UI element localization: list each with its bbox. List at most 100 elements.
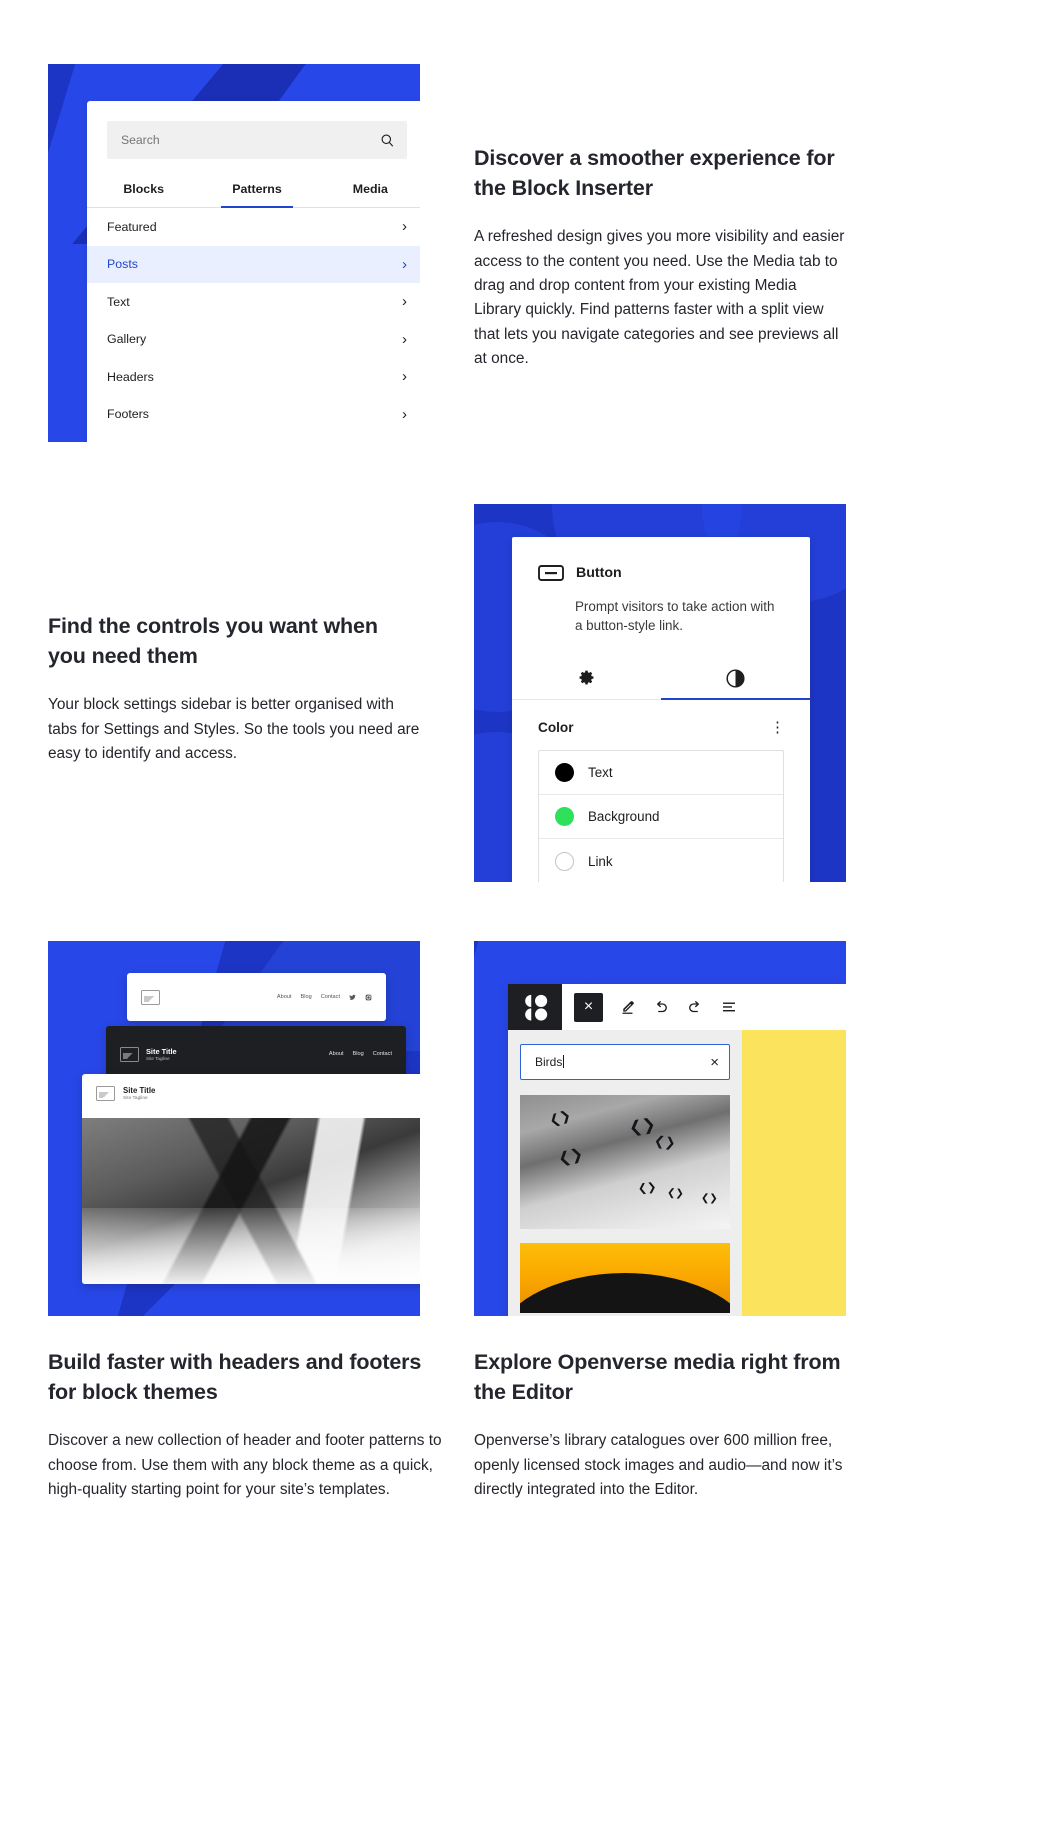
nav-link-about: About — [328, 1051, 344, 1057]
tab-patterns[interactable]: Patterns — [200, 173, 313, 208]
bird-shape: ❮❯ — [700, 1192, 718, 1205]
color-option-label: Text — [588, 765, 613, 781]
category-label: Headers — [107, 369, 154, 384]
tab-blocks[interactable]: Blocks — [87, 173, 200, 207]
color-swatch — [555, 763, 574, 783]
category-item-footers[interactable]: Footers › — [87, 396, 420, 434]
color-option-label: Link — [588, 853, 613, 869]
bird-shape: ❮❯ — [666, 1187, 685, 1200]
category-label: Posts — [107, 257, 138, 272]
list-view-icon[interactable] — [720, 998, 738, 1016]
site-title: Site Title — [146, 1046, 177, 1056]
color-option-label: Background — [588, 809, 660, 825]
search-input-value: Birds — [535, 1055, 565, 1069]
section-heading: Find the controls you want when you need… — [48, 614, 378, 668]
edit-pencil-icon[interactable] — [619, 999, 636, 1016]
tab-media[interactable]: Media — [314, 173, 420, 207]
color-option-background[interactable]: Background — [539, 795, 783, 840]
bird-shape: ❮❯ — [556, 1144, 585, 1168]
chevron-right-icon: › — [402, 293, 407, 311]
tab-styles[interactable] — [661, 657, 810, 701]
more-options-icon[interactable]: ⋮ — [770, 718, 786, 736]
clear-search-icon[interactable]: × — [710, 1054, 719, 1071]
category-label: Footers — [107, 407, 150, 422]
settings-styles-tabs — [512, 657, 810, 701]
section-headers-footers-text: Build faster with headers and footers fo… — [48, 1348, 448, 1502]
search-placeholder: Search — [121, 133, 160, 147]
block-inserter-illustration: Search Blocks Patterns Media Featured › … — [48, 64, 420, 442]
header-pattern-light: About Blog Contact — [127, 973, 386, 1021]
openverse-illustration: × Birds × ❮❯ ❮❯ ❮❯ ❮❯ ❮❯ ❮❯ ❮❯ — [474, 941, 846, 1316]
color-section-label: Color — [538, 719, 574, 735]
block-settings-sidebar: Button Prompt visitors to take action wi… — [512, 537, 810, 882]
redo-icon[interactable] — [686, 998, 704, 1016]
category-item-posts[interactable]: Posts › — [87, 245, 420, 283]
section-heading: Explore Openverse media right from the E… — [474, 1350, 841, 1404]
nav-link-contact: Contact — [372, 1051, 392, 1057]
chevron-right-icon: › — [402, 255, 407, 273]
color-swatch — [555, 807, 574, 827]
section-body: Openverse’s library catalogues over 600 … — [474, 1432, 843, 1498]
chevron-right-icon: › — [402, 368, 407, 386]
category-item-text[interactable]: Text › — [87, 283, 420, 321]
close-icon[interactable]: × — [574, 992, 603, 1022]
block-inserter-panel: Search Blocks Patterns Media Featured › … — [87, 101, 420, 442]
button-block-icon — [538, 565, 564, 581]
editor-body: Birds × ❮❯ ❮❯ ❮❯ ❮❯ ❮❯ ❮❯ ❮❯ — [508, 1030, 846, 1316]
nav-link-blog: Blog — [352, 1051, 364, 1057]
openverse-logo-icon[interactable] — [508, 984, 562, 1030]
block-name: Button — [576, 565, 622, 581]
category-item-headers[interactable]: Headers › — [87, 358, 420, 396]
site-tagline: Site Tagline — [146, 1056, 170, 1062]
section-body: A refreshed design gives you more visibi… — [474, 228, 845, 367]
nav-link-blog: Blog — [300, 994, 312, 1000]
openverse-search-field[interactable]: Birds × — [520, 1044, 730, 1080]
block-settings-illustration: Button Prompt visitors to take action wi… — [474, 504, 846, 882]
search-icon — [381, 134, 394, 147]
category-item-gallery[interactable]: Gallery › — [87, 321, 420, 359]
birds-photo: ❮❯ ❮❯ ❮❯ ❮❯ ❮❯ ❮❯ ❮❯ — [520, 1095, 730, 1229]
color-option-text[interactable]: Text — [539, 751, 783, 796]
bird-shape: ❮❯ — [627, 1115, 658, 1138]
media-result-birds[interactable]: ❮❯ ❮❯ ❮❯ ❮❯ ❮❯ ❮❯ ❮❯ — [520, 1095, 730, 1229]
nav-link-contact: Contact — [320, 994, 340, 1000]
pattern-category-list: Featured › Posts › Text › Gallery › Head… — [87, 208, 420, 433]
chevron-right-icon: › — [402, 330, 407, 348]
contrast-icon — [726, 669, 745, 688]
twitter-icon — [349, 994, 356, 1000]
release-notes-page: Search Blocks Patterns Media Featured › … — [0, 0, 1048, 1840]
category-label: Gallery — [107, 332, 147, 347]
wordpress-editor-mockup: × Birds × ❮❯ ❮❯ ❮❯ ❮❯ ❮❯ ❮❯ ❮❯ — [508, 984, 846, 1316]
tab-settings[interactable] — [512, 657, 661, 699]
block-description: Prompt visitors to take action with a bu… — [575, 599, 775, 634]
section-body: Discover a new collection of header and … — [48, 1432, 442, 1498]
section-body: Your block settings sidebar is better or… — [48, 696, 420, 762]
color-options-list: Text Background Link — [538, 750, 784, 882]
hero-pattern-preview: Site Title Site Tagline — [82, 1074, 420, 1284]
category-label: Text — [107, 294, 130, 309]
section-block-controls-text: Find the controls you want when you need… — [48, 612, 420, 766]
media-result-sunset[interactable] — [520, 1243, 730, 1313]
inserter-tabs: Blocks Patterns Media — [87, 173, 420, 208]
nav-links: About Blog Contact — [277, 994, 372, 1001]
section-heading: Discover a smoother experience for the B… — [474, 146, 835, 200]
inserter-search-field[interactable]: Search — [107, 121, 407, 159]
section-openverse-text: Explore Openverse media right from the E… — [474, 1348, 846, 1502]
mountain-photo — [82, 1118, 420, 1284]
undo-icon[interactable] — [652, 998, 670, 1016]
nav-links: About Blog Contact — [329, 1051, 392, 1057]
editor-tool-buttons: × — [562, 984, 738, 1030]
site-logo-icon — [120, 1046, 139, 1062]
bird-shape: ❮❯ — [636, 1181, 657, 1196]
site-title: Site Title — [123, 1086, 156, 1096]
bird-shape: ❮❯ — [547, 1107, 573, 1129]
nav-link-about: About — [276, 994, 292, 1000]
color-option-link[interactable]: Link — [539, 839, 783, 882]
block-header: Button — [512, 537, 810, 583]
chevron-right-icon: › — [402, 405, 407, 423]
site-logo-icon — [96, 1086, 115, 1101]
category-item-featured[interactable]: Featured › — [87, 208, 420, 246]
color-section-header: Color ⋮ — [512, 700, 810, 750]
site-logo-icon — [141, 989, 160, 1005]
section-block-inserter-text: Discover a smoother experience for the B… — [474, 144, 846, 371]
